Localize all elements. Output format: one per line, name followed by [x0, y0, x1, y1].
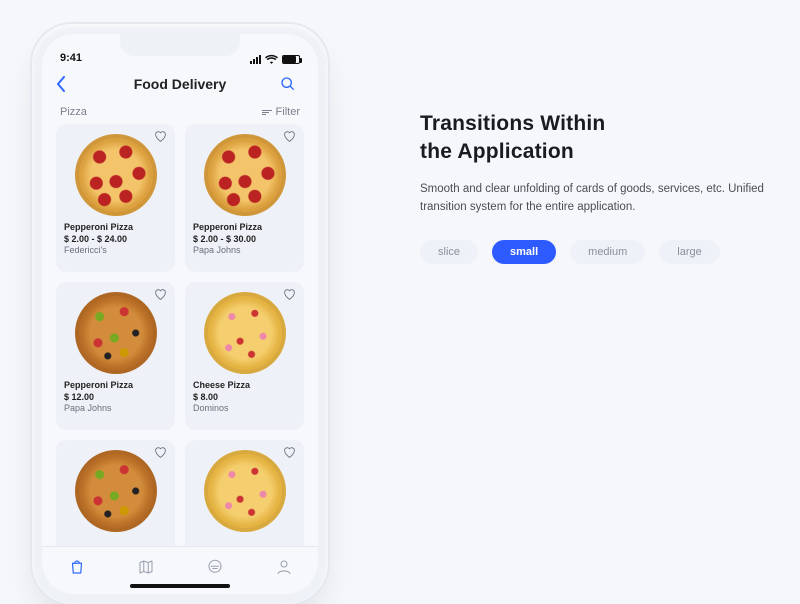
- product-image: [75, 134, 157, 216]
- favorite-button[interactable]: [154, 130, 167, 142]
- product-name: Cheese Pizza: [193, 380, 296, 392]
- product-image: [204, 134, 286, 216]
- size-option-slice[interactable]: slice: [420, 240, 478, 264]
- product-card[interactable]: [185, 440, 304, 546]
- phone-mockup: 9:41 Food Delivery Pizza Fil: [32, 24, 328, 604]
- filter-row: Pizza Filter: [42, 102, 318, 124]
- wifi-icon: [265, 54, 278, 64]
- product-vendor: Dominos: [193, 403, 296, 415]
- product-vendor: Papa Johns: [64, 403, 167, 415]
- nav-header: Food Delivery: [42, 66, 318, 102]
- size-option-small[interactable]: small: [492, 240, 556, 264]
- product-vendor: Papa Johns: [193, 245, 296, 257]
- tab-map[interactable]: [126, 558, 166, 576]
- product-price: $ 2.00 - $ 30.00: [193, 234, 296, 246]
- panel-body: Smooth and clear unfolding of cards of g…: [420, 181, 780, 217]
- tab-chat[interactable]: [195, 558, 235, 576]
- status-icons: [250, 54, 300, 64]
- product-image: [204, 450, 286, 532]
- size-option-large[interactable]: large: [659, 240, 719, 264]
- back-button[interactable]: [56, 76, 80, 92]
- home-indicator[interactable]: [130, 584, 230, 588]
- product-grid[interactable]: Pepperoni Pizza $ 2.00 - $ 24.00 Federic…: [42, 124, 318, 546]
- product-image: [204, 292, 286, 374]
- product-price: $ 12.00: [64, 392, 167, 404]
- favorite-button[interactable]: [283, 130, 296, 142]
- signal-icon: [250, 55, 261, 64]
- product-price: $ 8.00: [193, 392, 296, 404]
- product-price: $ 2.00 - $ 24.00: [64, 234, 167, 246]
- product-vendor: Federicci's: [64, 245, 167, 257]
- category-label[interactable]: Pizza: [60, 106, 87, 118]
- product-card[interactable]: [56, 440, 175, 546]
- favorite-button[interactable]: [283, 288, 296, 300]
- product-name: Pepperoni Pizza: [64, 222, 167, 234]
- product-name: Pepperoni Pizza: [193, 222, 296, 234]
- filter-icon: [262, 110, 272, 115]
- filter-button[interactable]: Filter: [262, 106, 300, 118]
- info-panel: Transitions Within the Application Smoot…: [420, 110, 780, 264]
- product-card[interactable]: Pepperoni Pizza $ 2.00 - $ 30.00 Papa Jo…: [185, 124, 304, 272]
- status-time: 9:41: [60, 52, 100, 64]
- favorite-button[interactable]: [154, 446, 167, 458]
- tab-profile[interactable]: [264, 558, 304, 576]
- favorite-button[interactable]: [154, 288, 167, 300]
- product-card[interactable]: Pepperoni Pizza $ 12.00 Papa Johns: [56, 282, 175, 430]
- battery-icon: [282, 55, 300, 64]
- phone-notch: [120, 34, 240, 56]
- page-title: Food Delivery: [80, 76, 280, 92]
- favorite-button[interactable]: [283, 446, 296, 458]
- filter-label: Filter: [276, 106, 300, 118]
- tab-shop[interactable]: [57, 558, 97, 576]
- product-image: [75, 450, 157, 532]
- phone-screen: 9:41 Food Delivery Pizza Fil: [42, 34, 318, 594]
- panel-heading: Transitions Within the Application: [420, 110, 780, 167]
- search-button[interactable]: [280, 76, 304, 92]
- product-card[interactable]: Cheese Pizza $ 8.00 Dominos: [185, 282, 304, 430]
- product-name: Pepperoni Pizza: [64, 380, 167, 392]
- size-option-medium[interactable]: medium: [570, 240, 645, 264]
- product-image: [75, 292, 157, 374]
- product-card[interactable]: Pepperoni Pizza $ 2.00 - $ 24.00 Federic…: [56, 124, 175, 272]
- size-options: slice small medium large: [420, 240, 780, 264]
